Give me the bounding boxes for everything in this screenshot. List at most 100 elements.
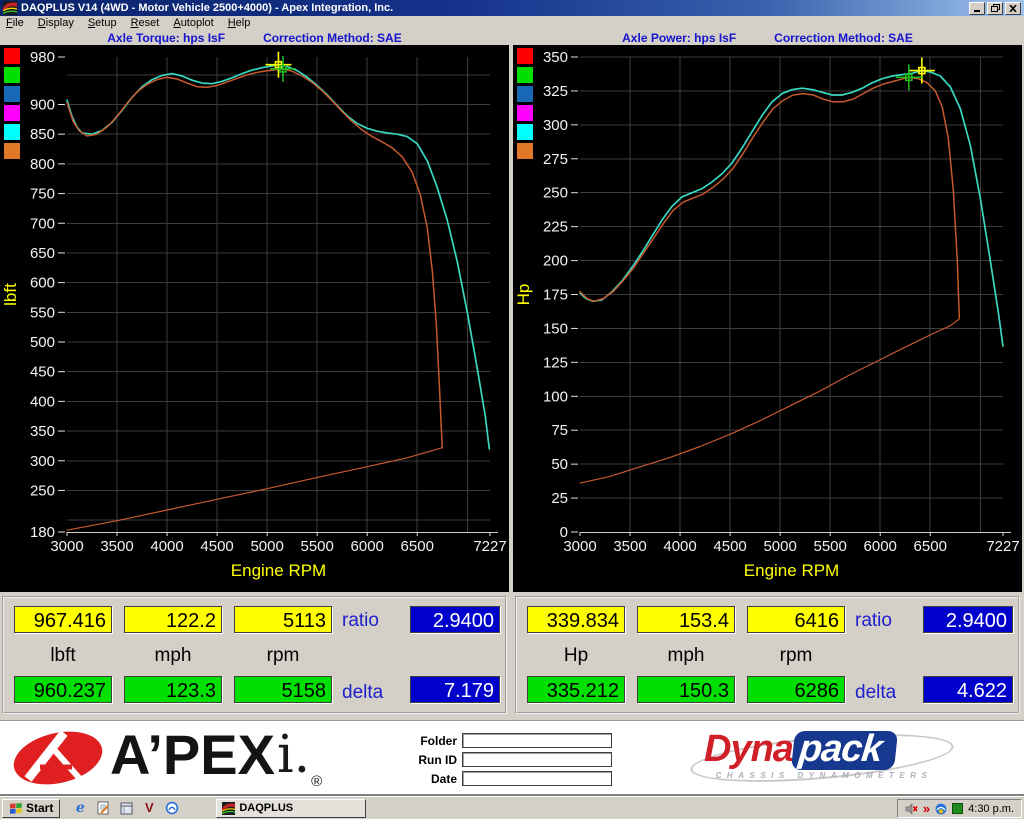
status-globe-icon[interactable] <box>935 803 947 815</box>
torque-readout-panel: 967.416 122.2 5113 ratio 2.9400 lbft mph… <box>2 596 507 714</box>
menu-help[interactable]: Help <box>222 17 259 29</box>
y-tick-label: 325 <box>543 83 568 100</box>
compose-page-icon[interactable] <box>95 800 111 816</box>
legend-swatch <box>517 48 533 64</box>
legend-swatch <box>517 124 533 140</box>
power-chart[interactable]: 3000350040004500500055006000650072273503… <box>513 45 1022 592</box>
torque-chart-header: Axle Torque: hps IsF Correction Method: … <box>0 30 509 45</box>
menu-file[interactable]: File <box>0 17 32 29</box>
ratio-label: ratio <box>855 610 917 632</box>
power-peak-value: 339.834 <box>527 606 625 633</box>
power-panel: Axle Power: hps IsF Correction Method: S… <box>513 30 1022 720</box>
registered-mark: ® <box>311 773 322 790</box>
x-tick-label: 7227 <box>473 538 506 555</box>
volume-muted-icon[interactable] <box>905 803 918 815</box>
x-tick-label: 4500 <box>713 538 746 555</box>
taskbar: Start e V DAQPLUS » <box>0 796 1024 819</box>
ratio-value: 2.9400 <box>923 606 1013 633</box>
delta-value: 4.622 <box>923 676 1013 703</box>
close-button[interactable] <box>1005 2 1021 15</box>
x-axis-title: Engine RPM <box>744 561 839 580</box>
torque-chart[interactable]: 3000350040004500500055006000650072279809… <box>0 45 509 592</box>
legend-swatch <box>517 105 533 121</box>
y-tick-label: 275 <box>543 151 568 168</box>
x-tick-label: 6000 <box>864 538 897 555</box>
run-id-label: Run ID <box>405 753 457 767</box>
torque-current-rpm: 5158 <box>234 676 332 703</box>
delta-label: delta <box>855 682 917 704</box>
x-tick-label: 3000 <box>563 538 596 555</box>
network-status-icon[interactable] <box>952 803 963 814</box>
power-correction-method: Correction Method: SAE <box>774 31 913 45</box>
dynapack-logo: Dynapack CHASSIS DYNAMOMETERS <box>698 729 950 789</box>
internet-explorer-icon[interactable]: e <box>72 800 88 816</box>
speed-unit-label: mph <box>637 645 735 667</box>
x-tick-label: 3500 <box>100 538 133 555</box>
y-tick-label: 125 <box>543 354 568 371</box>
start-label: Start <box>26 801 53 815</box>
legend-swatch <box>517 86 533 102</box>
legend-swatch <box>4 105 20 121</box>
x-tick-label: 6500 <box>914 538 947 555</box>
notes-icon[interactable] <box>118 800 134 816</box>
x-tick-label: 5000 <box>763 538 796 555</box>
y-tick-label: 650 <box>30 245 55 262</box>
delta-label: delta <box>342 682 404 704</box>
fast-forward-icon[interactable]: » <box>923 803 930 815</box>
y-tick-label: 100 <box>543 388 568 405</box>
ratio-label: ratio <box>342 610 404 632</box>
app-icon <box>3 1 17 15</box>
run-id-input[interactable] <box>462 752 612 767</box>
y-tick-label: 400 <box>30 393 55 410</box>
dynapack-caption: CHASSIS DYNAMOMETERS <box>698 771 950 780</box>
y-tick-label: 200 <box>543 253 568 270</box>
folder-input[interactable] <box>462 733 612 748</box>
y-axis-title: lbft <box>1 283 20 306</box>
y-tick-label: 350 <box>543 49 568 66</box>
menu-autoplot[interactable]: Autoplot <box>167 17 221 29</box>
taskbar-clock: 4:30 p.m. <box>968 803 1014 815</box>
y-tick-label: 350 <box>30 423 55 440</box>
restore-button[interactable] <box>987 2 1003 15</box>
y-tick-label: 980 <box>30 49 55 66</box>
y-tick-label: 250 <box>543 185 568 202</box>
x-tick-label: 4000 <box>150 538 183 555</box>
main-area: Axle Torque: hps IsF Correction Method: … <box>0 30 1024 720</box>
winamp-icon[interactable]: V <box>141 800 157 816</box>
menu-setup[interactable]: Setup <box>82 17 125 29</box>
apex-i-glyph: i. <box>277 725 310 785</box>
x-axis-title: Engine RPM <box>231 561 326 580</box>
y-tick-label: 300 <box>543 117 568 134</box>
x-tick-label: 3000 <box>50 538 83 555</box>
taskbar-app-button[interactable]: DAQPLUS <box>216 799 366 818</box>
power-current-value: 335.212 <box>527 676 625 703</box>
menu-display[interactable]: Display <box>32 17 82 29</box>
torque-current-speed: 123.3 <box>124 676 222 703</box>
x-tick-label: 5500 <box>813 538 846 555</box>
legend-swatch <box>4 143 20 159</box>
dynapack-word-blue: pack <box>791 731 898 770</box>
power-chart-title: Axle Power: hps IsF <box>622 31 736 45</box>
y-tick-label: 750 <box>30 186 55 203</box>
x-tick-label: 6500 <box>401 538 434 555</box>
system-tray: » 4:30 p.m. <box>897 799 1022 818</box>
minimize-button[interactable] <box>969 2 985 15</box>
quick-launch: e V <box>72 800 180 816</box>
dynapack-word-red: Dyna <box>704 728 793 770</box>
delta-value: 7.179 <box>410 676 500 703</box>
apexi-emblem-icon <box>10 727 106 794</box>
power-chart-header: Axle Power: hps IsF Correction Method: S… <box>513 30 1022 45</box>
messenger-icon[interactable] <box>164 800 180 816</box>
x-tick-label: 7227 <box>986 538 1019 555</box>
power-readout-panel: 339.834 153.4 6416 ratio 2.9400 Hp mph r… <box>515 596 1020 714</box>
y-tick-label: 800 <box>30 156 55 173</box>
menu-reset[interactable]: Reset <box>125 17 168 29</box>
torque-peak-rpm: 5113 <box>234 606 332 633</box>
start-button[interactable]: Start <box>2 799 60 818</box>
y-tick-label: 180 <box>30 524 55 541</box>
y-tick-label: 500 <box>30 334 55 351</box>
y-tick-label: 150 <box>543 320 568 337</box>
legend-swatch <box>517 143 533 159</box>
y-tick-label: 550 <box>30 304 55 321</box>
date-input[interactable] <box>462 771 612 786</box>
